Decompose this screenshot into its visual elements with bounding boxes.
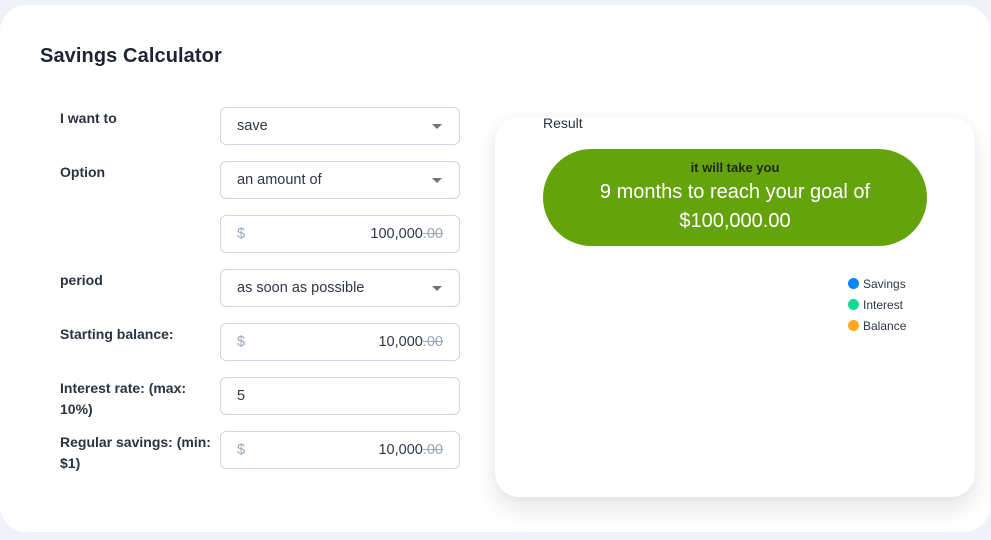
- currency-symbol: $: [237, 226, 246, 242]
- currency-symbol: $: [237, 442, 246, 458]
- regular-savings-input[interactable]: $ 10,000.00: [220, 431, 460, 469]
- amount-decimals: .00: [422, 442, 443, 458]
- target-amount-input[interactable]: $ 100,000.00: [220, 215, 460, 253]
- period-select-value: as soon as possible: [237, 280, 365, 296]
- amount-decimals: .00: [422, 334, 443, 350]
- result-subtitle: it will take you: [690, 160, 780, 175]
- target-amount-value: 100,000.00: [261, 226, 459, 242]
- amount-integer: 10,000: [378, 442, 423, 458]
- calculator-card: Savings Calculator I want to save Option…: [0, 5, 990, 532]
- legend-item-savings[interactable]: Savings: [848, 273, 906, 294]
- regular-savings-label: Regular savings: (min: $1): [60, 434, 211, 471]
- legend-item-balance[interactable]: Balance: [848, 315, 906, 336]
- legend-dot-balance: [848, 320, 859, 331]
- legend-item-interest[interactable]: Interest: [848, 294, 906, 315]
- chart-legend: Savings Interest Balance: [848, 273, 906, 336]
- goal-select-value: save: [237, 118, 268, 134]
- amount-decimals: .00: [422, 226, 443, 242]
- interest-rate-label: Interest rate: (max: 10%): [60, 380, 187, 417]
- result-label: Result: [543, 115, 583, 131]
- goal-select[interactable]: save: [220, 107, 460, 145]
- result-goal-amount: $100,000.00: [679, 210, 791, 232]
- legend-label: Balance: [863, 318, 907, 333]
- result-summary-pill: it will take you 9 months to reach your …: [543, 149, 927, 246]
- legend-dot-interest: [848, 299, 859, 310]
- period-select[interactable]: as soon as possible: [220, 269, 460, 307]
- interest-rate-input[interactable]: 5: [220, 377, 460, 415]
- legend-label: Savings: [863, 276, 906, 291]
- amount-integer: 100,000: [370, 226, 423, 242]
- option-label: Option: [60, 164, 106, 180]
- interest-rate-value: 5: [237, 388, 246, 404]
- amount-integer: 10,000: [378, 334, 423, 350]
- chevron-down-icon: [432, 285, 442, 291]
- chevron-down-icon: [432, 177, 442, 183]
- legend-dot-savings: [848, 278, 859, 289]
- currency-symbol: $: [237, 334, 246, 350]
- period-label: period: [60, 272, 103, 288]
- page-title: Savings Calculator: [40, 45, 222, 67]
- option-select-value: an amount of: [237, 172, 322, 188]
- legend-label: Interest: [863, 297, 904, 312]
- starting-balance-value: 10,000.00: [261, 334, 459, 350]
- option-select[interactable]: an amount of: [220, 161, 460, 199]
- goal-label: I want to: [60, 110, 117, 126]
- chevron-down-icon: [432, 123, 442, 129]
- starting-balance-input[interactable]: $ 10,000.00: [220, 323, 460, 361]
- starting-balance-label: Starting balance:: [60, 326, 174, 342]
- result-card: it will take you 9 months to reach your …: [495, 117, 975, 497]
- regular-savings-value: 10,000.00: [261, 442, 459, 458]
- result-headline: 9 months to reach your goal of: [599, 181, 871, 203]
